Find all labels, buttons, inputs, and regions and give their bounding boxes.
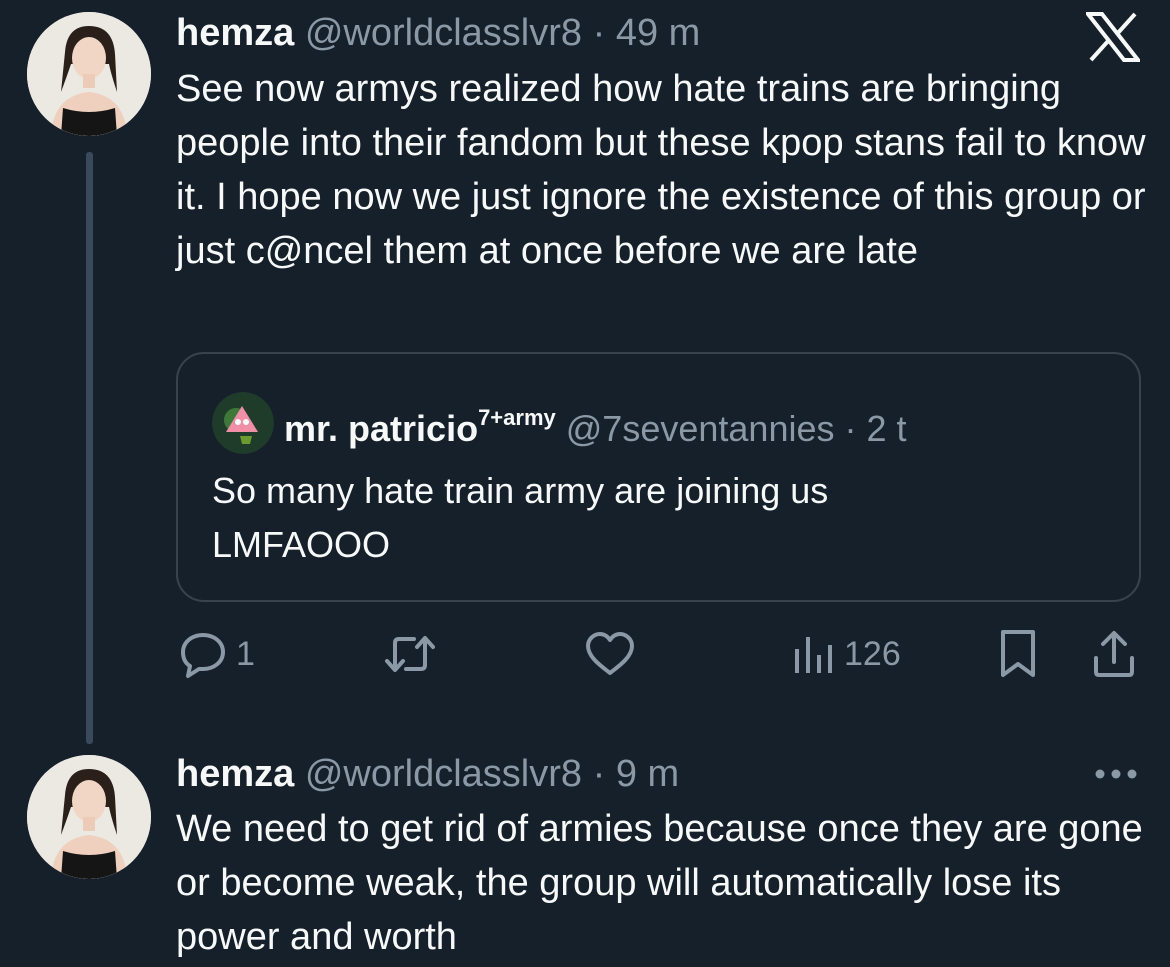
tweet-header: hemza @worldclasslvr8 · 9 m <box>176 752 679 796</box>
quote-time[interactable]: 2 t <box>867 408 907 449</box>
author-name[interactable]: hemza <box>176 12 294 54</box>
thread-line <box>86 152 93 744</box>
tweet-text: We need to get rid of armies because onc… <box>176 808 1143 958</box>
tweet-time[interactable]: 9 m <box>616 753 679 795</box>
author-name[interactable]: hemza <box>176 753 294 795</box>
reply-icon <box>178 629 228 679</box>
quoted-tweet[interactable]: mr. patricio7+army @7seventannies · 2 t … <box>176 352 1141 602</box>
reply-button[interactable]: 1 <box>178 628 255 680</box>
views-button[interactable]: 126 <box>792 628 901 680</box>
bookmark-button[interactable] <box>998 628 1038 680</box>
share-icon <box>1091 628 1137 680</box>
tweet-header: hemza @worldclasslvr8 · 49 m <box>176 11 700 55</box>
quote-text-line: So many hate train army are joining us <box>212 470 829 511</box>
quote-header: mr. patricio7+army @7seventannies · 2 t <box>284 396 907 451</box>
quote-author-name[interactable]: mr. patricio <box>284 408 478 449</box>
quote-avatar[interactable] <box>212 392 274 454</box>
quote-author-handle[interactable]: @7seventannies <box>566 408 835 449</box>
meta-separator: · <box>592 12 606 54</box>
quote-text: So many hate train army are joining us L… <box>212 464 1112 572</box>
bookmark-icon <box>998 628 1038 680</box>
quote-text-line: LMFAOOO <box>212 524 391 565</box>
tweet-time[interactable]: 49 m <box>616 12 700 54</box>
retweet-button[interactable] <box>382 628 438 680</box>
quote-author-superscript: 7+army <box>478 405 556 430</box>
x-logo-icon <box>1083 12 1143 62</box>
meta-separator: · <box>592 753 606 795</box>
author-handle[interactable]: @worldclasslvr8 <box>305 753 582 795</box>
reply-count: 1 <box>236 634 255 673</box>
quote-meta-separator: · <box>844 408 857 449</box>
views-count: 126 <box>844 634 901 673</box>
heart-icon <box>584 629 636 679</box>
more-icon[interactable] <box>1093 764 1139 784</box>
author-handle[interactable]: @worldclasslvr8 <box>305 12 582 54</box>
share-button[interactable] <box>1091 628 1137 680</box>
tweet-text: See now armys realized how hate trains a… <box>176 68 1146 272</box>
avatar[interactable] <box>27 12 151 136</box>
retweet-icon <box>382 629 438 679</box>
avatar[interactable] <box>27 755 151 879</box>
views-icon <box>792 629 836 679</box>
like-button[interactable] <box>584 628 636 680</box>
